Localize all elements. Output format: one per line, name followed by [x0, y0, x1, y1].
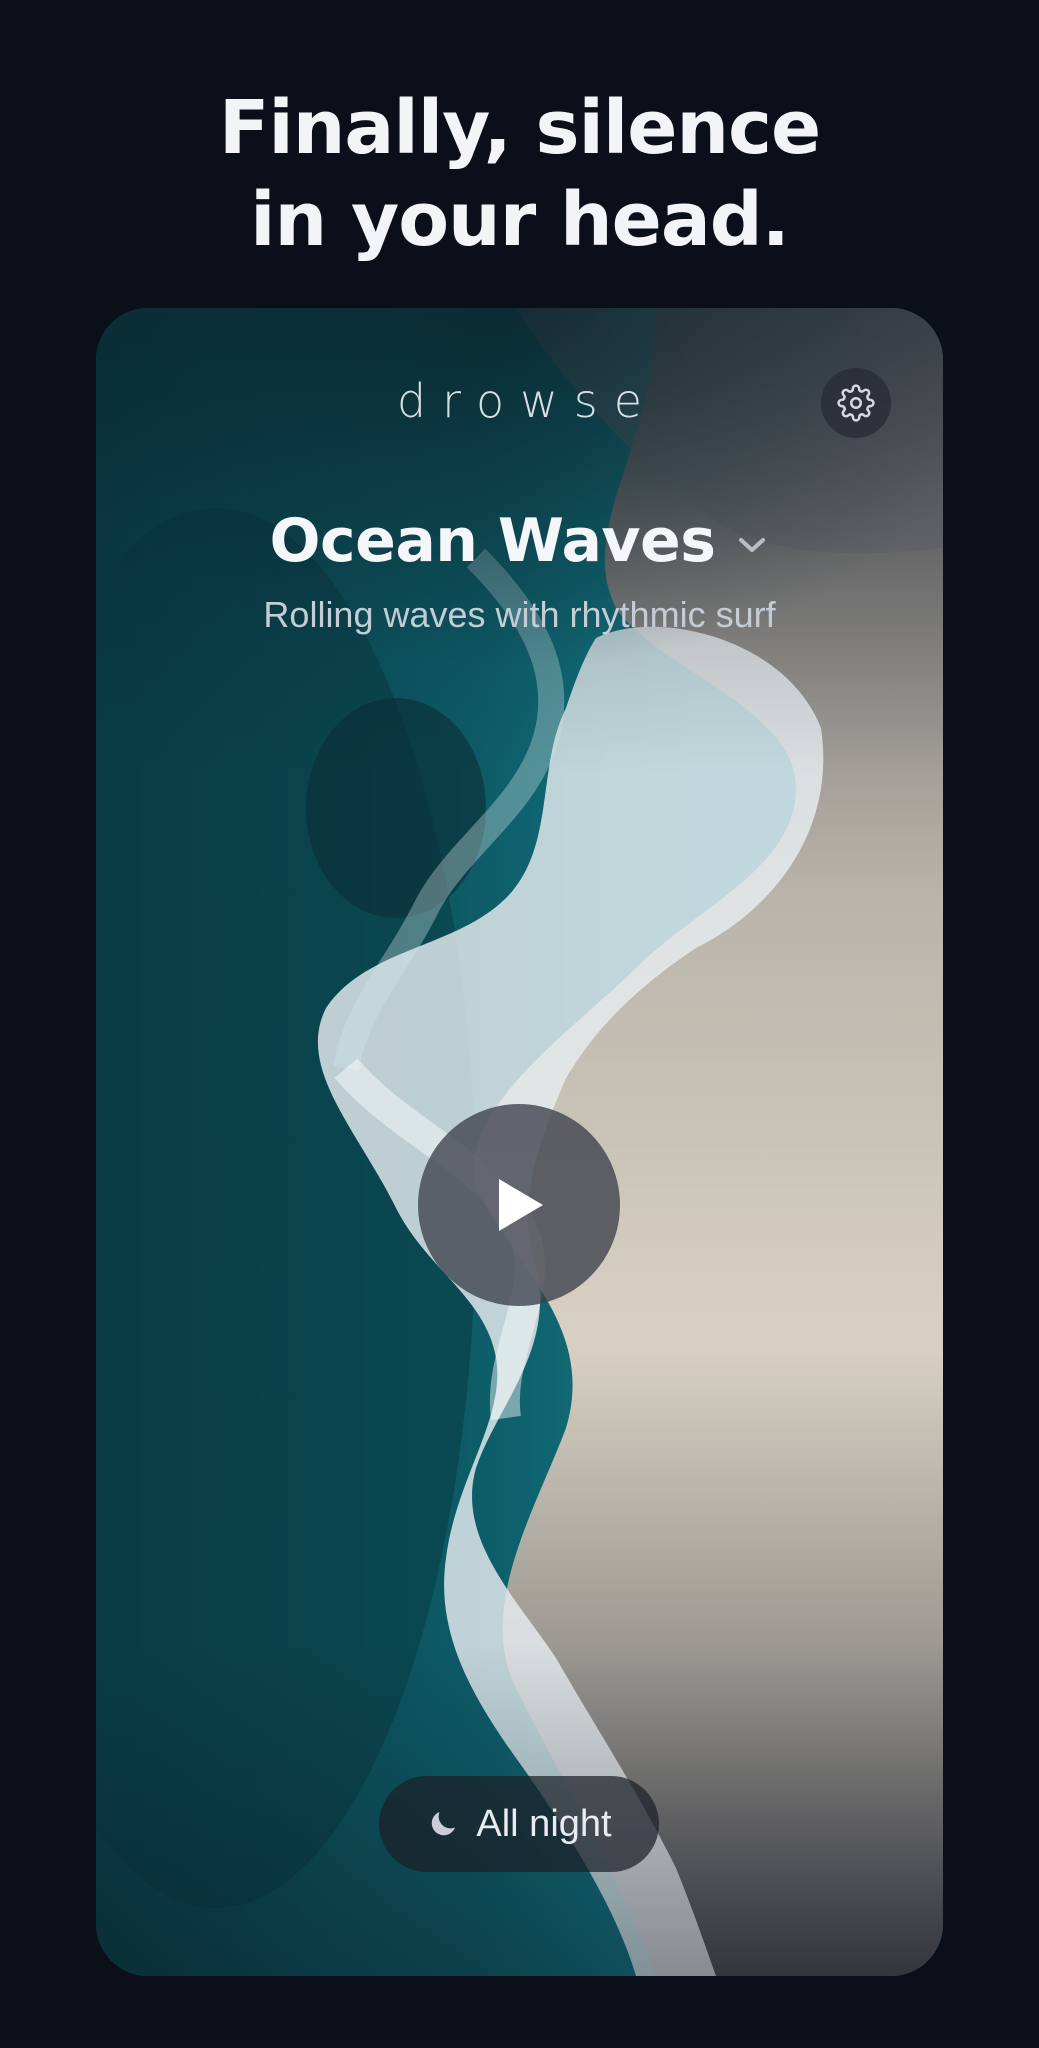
headline-line-1: Finally, silence — [218, 85, 821, 171]
settings-button[interactable] — [821, 368, 891, 438]
headline: Finally, silence in your head. — [0, 82, 1039, 266]
app-brand: drowse — [396, 374, 659, 428]
sound-selector[interactable]: Ocean Waves — [96, 506, 943, 576]
sound-subtitle: Rolling waves with rhythmic surf — [263, 594, 776, 635]
headline-line-2: in your head. — [250, 177, 790, 263]
sleep-timer-button[interactable]: All night — [379, 1776, 659, 1872]
moon-icon — [432, 1811, 456, 1836]
player-card: drowse Ocean Waves Rolling waves with rh… — [96, 308, 943, 1976]
play-icon — [499, 1179, 543, 1231]
sound-title: Ocean Waves — [269, 506, 716, 576]
gear-icon — [837, 384, 875, 422]
chevron-down-icon — [735, 533, 769, 557]
play-button[interactable] — [418, 1104, 620, 1306]
sleep-timer-label: All night — [476, 1802, 612, 1845]
